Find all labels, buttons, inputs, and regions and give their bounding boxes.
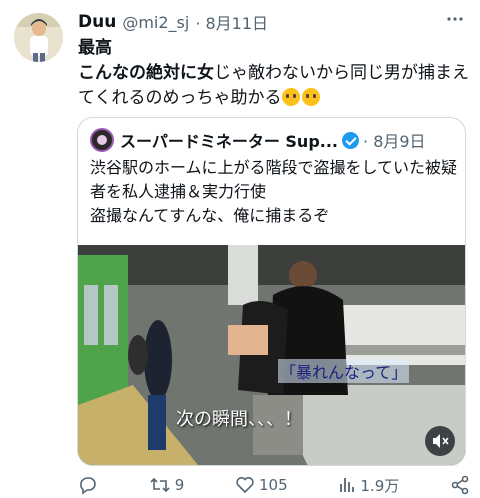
mute-icon[interactable]	[425, 426, 455, 456]
share-button[interactable]	[450, 475, 470, 495]
quoted-tweet-date: · 8月9日	[363, 132, 426, 151]
quoted-author-name: スーパードミネーター Sup...	[120, 132, 339, 151]
reply-button[interactable]	[78, 475, 98, 495]
views-button[interactable]: 1.9万	[338, 475, 399, 496]
tweet-text-bold: 最高 こんなの絶対に女	[78, 38, 214, 83]
verified-badge-icon	[342, 131, 360, 149]
video-frame	[78, 245, 465, 465]
tweet-header: Duu @mi2_sj · 8月11日	[78, 10, 464, 34]
more-horizontal-icon[interactable]	[446, 10, 464, 32]
author-avatar[interactable]	[14, 13, 63, 62]
reply-icon	[80, 477, 96, 495]
video-player[interactable]: 「暴れんなって」 次の瞬間、、、！	[78, 245, 465, 465]
video-caption-top: 「暴れんなって」	[278, 359, 410, 383]
tweet-actions: 9 105 1.9万	[78, 474, 470, 496]
pleading-face-emoji	[301, 88, 320, 106]
author-name[interactable]: Duu	[78, 12, 116, 32]
tweet-date[interactable]: · 8月11日	[195, 10, 268, 34]
pleading-face-emoji	[281, 88, 300, 106]
quoted-author-avatar	[90, 128, 114, 152]
quoted-tweet-text: 渋谷駅のホームに上がる階段で盗撮をしていた被疑者を私人逮捕＆実力行使 盗撮なんて…	[90, 158, 458, 225]
bar-chart-icon	[340, 478, 355, 492]
retweet-count: 9	[174, 476, 185, 494]
video-caption-bottom: 次の瞬間、、、！	[176, 409, 302, 430]
quoted-tweet[interactable]: スーパードミネーター Sup... · 8月9日 渋谷駅のホームに上がる階段で盗…	[77, 117, 466, 466]
author-handle[interactable]: @mi2_sj	[122, 13, 189, 32]
tweet-text: 最高 こんなの絶対に女じゃ敵わないから同じ男が捕まえてくれるのめっちゃ助かる	[78, 36, 470, 111]
like-button[interactable]: 105	[235, 475, 288, 495]
quoted-tweet-header: スーパードミネーター Sup... · 8月9日	[90, 128, 455, 152]
retweet-button[interactable]: 9	[149, 475, 185, 495]
retweet-icon	[150, 477, 170, 493]
heart-icon	[236, 477, 254, 494]
like-count: 105	[259, 476, 288, 494]
view-count: 1.9万	[360, 476, 400, 495]
share-icon	[451, 475, 469, 495]
